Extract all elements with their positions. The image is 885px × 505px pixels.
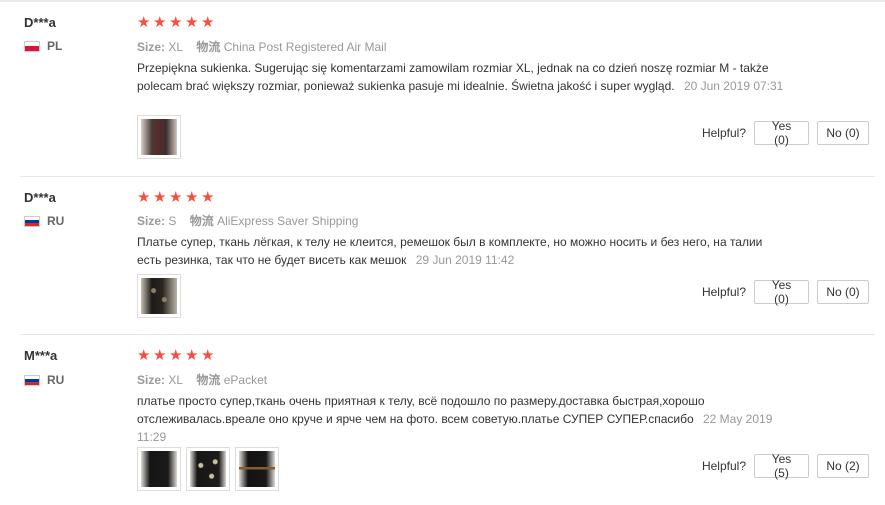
helpful-vote: Helpful? Yes (5) No (2) <box>701 452 869 480</box>
helpful-yes-button[interactable]: Yes (0) <box>754 278 809 306</box>
country-code: RU <box>47 373 65 387</box>
helpful-no-button[interactable]: No (0) <box>817 121 869 145</box>
logistics-label: 物流 <box>196 373 221 387</box>
order-info: Size: XL 物流 ePacket <box>137 371 267 388</box>
size-value: S <box>168 214 177 228</box>
star-rating: ★ ★ ★ ★ ★ <box>137 348 216 363</box>
review-photos <box>137 447 279 491</box>
star-icon: ★ <box>185 14 199 31</box>
helpful-label: Helpful? <box>701 126 746 140</box>
helpful-label: Helpful? <box>701 285 746 299</box>
helpful-vote: Helpful? Yes (0) No (0) <box>701 119 869 147</box>
star-icon: ★ <box>153 14 167 31</box>
country-code: PL <box>47 39 63 53</box>
size-label: Size: <box>137 40 166 54</box>
helpful-no-button[interactable]: No (0) <box>817 280 869 304</box>
size-value: XL <box>168 40 184 54</box>
helpful-label: Helpful? <box>701 459 746 473</box>
star-rating: ★ ★ ★ ★ ★ <box>137 15 216 30</box>
review-text: Платье супер, ткань лёгкая, к телу не кл… <box>137 233 787 269</box>
star-rating: ★ ★ ★ ★ ★ <box>137 190 216 205</box>
review-date: 29 Jun 2019 11:42 <box>415 253 515 267</box>
reviewer-name: D***a <box>24 15 56 30</box>
order-info: Size: XL 物流 China Post Registered Air Ma… <box>137 38 387 55</box>
size-label: Size: <box>137 214 166 228</box>
logistics-value: ePacket <box>223 373 268 387</box>
review-photos <box>137 115 181 159</box>
review-body: платье просто супер,ткань очень приятная… <box>137 394 705 426</box>
star-icon: ★ <box>185 189 199 206</box>
poland-flag-icon <box>24 40 40 52</box>
order-info: Size: S 物流 AliExpress Saver Shipping <box>137 212 358 229</box>
review-photo-thumbnail[interactable] <box>186 447 230 491</box>
review-divider <box>20 334 875 335</box>
review-photos <box>137 274 181 318</box>
star-icon: ★ <box>137 14 151 31</box>
star-icon: ★ <box>169 189 183 206</box>
russia-flag-icon <box>24 374 40 386</box>
reviewer-country: RU <box>24 214 64 228</box>
star-icon: ★ <box>153 347 167 364</box>
review-divider <box>20 176 875 177</box>
star-icon: ★ <box>201 14 215 31</box>
size-label: Size: <box>137 373 166 387</box>
review-text: платье просто супер,ткань очень приятная… <box>137 392 787 446</box>
logistics-value: AliExpress Saver Shipping <box>217 214 359 228</box>
reviewer-country: PL <box>24 39 62 53</box>
reviewer-country: RU <box>24 373 64 387</box>
star-icon: ★ <box>201 189 215 206</box>
review-text: Przepiękna sukienka. Sugerując się komen… <box>137 59 787 95</box>
helpful-vote: Helpful? Yes (0) No (0) <box>701 278 869 306</box>
review-photo-thumbnail[interactable] <box>137 274 181 318</box>
review-photo-thumbnail[interactable] <box>137 447 181 491</box>
logistics-label: 物流 <box>189 214 214 228</box>
review-body: Przepiękna sukienka. Sugerując się komen… <box>137 61 769 93</box>
logistics-label: 物流 <box>196 40 221 54</box>
reviewer-name: M***a <box>24 348 58 363</box>
russia-flag-icon <box>24 215 40 227</box>
helpful-no-button[interactable]: No (2) <box>817 454 869 478</box>
star-icon: ★ <box>137 347 151 364</box>
star-icon: ★ <box>153 189 167 206</box>
helpful-yes-button[interactable]: Yes (5) <box>754 452 809 480</box>
star-icon: ★ <box>201 347 215 364</box>
star-icon: ★ <box>169 14 183 31</box>
country-code: RU <box>47 214 65 228</box>
review-photo-thumbnail[interactable] <box>137 115 181 159</box>
review-date: 20 Jun 2019 07:31 <box>683 79 784 93</box>
reviewer-name: D***a <box>24 190 56 205</box>
star-icon: ★ <box>137 189 151 206</box>
size-value: XL <box>168 373 184 387</box>
top-border <box>0 0 885 2</box>
logistics-value: China Post Registered Air Mail <box>223 40 387 54</box>
review-photo-thumbnail[interactable] <box>235 447 279 491</box>
helpful-yes-button[interactable]: Yes (0) <box>754 119 809 147</box>
star-icon: ★ <box>185 347 199 364</box>
star-icon: ★ <box>169 347 183 364</box>
